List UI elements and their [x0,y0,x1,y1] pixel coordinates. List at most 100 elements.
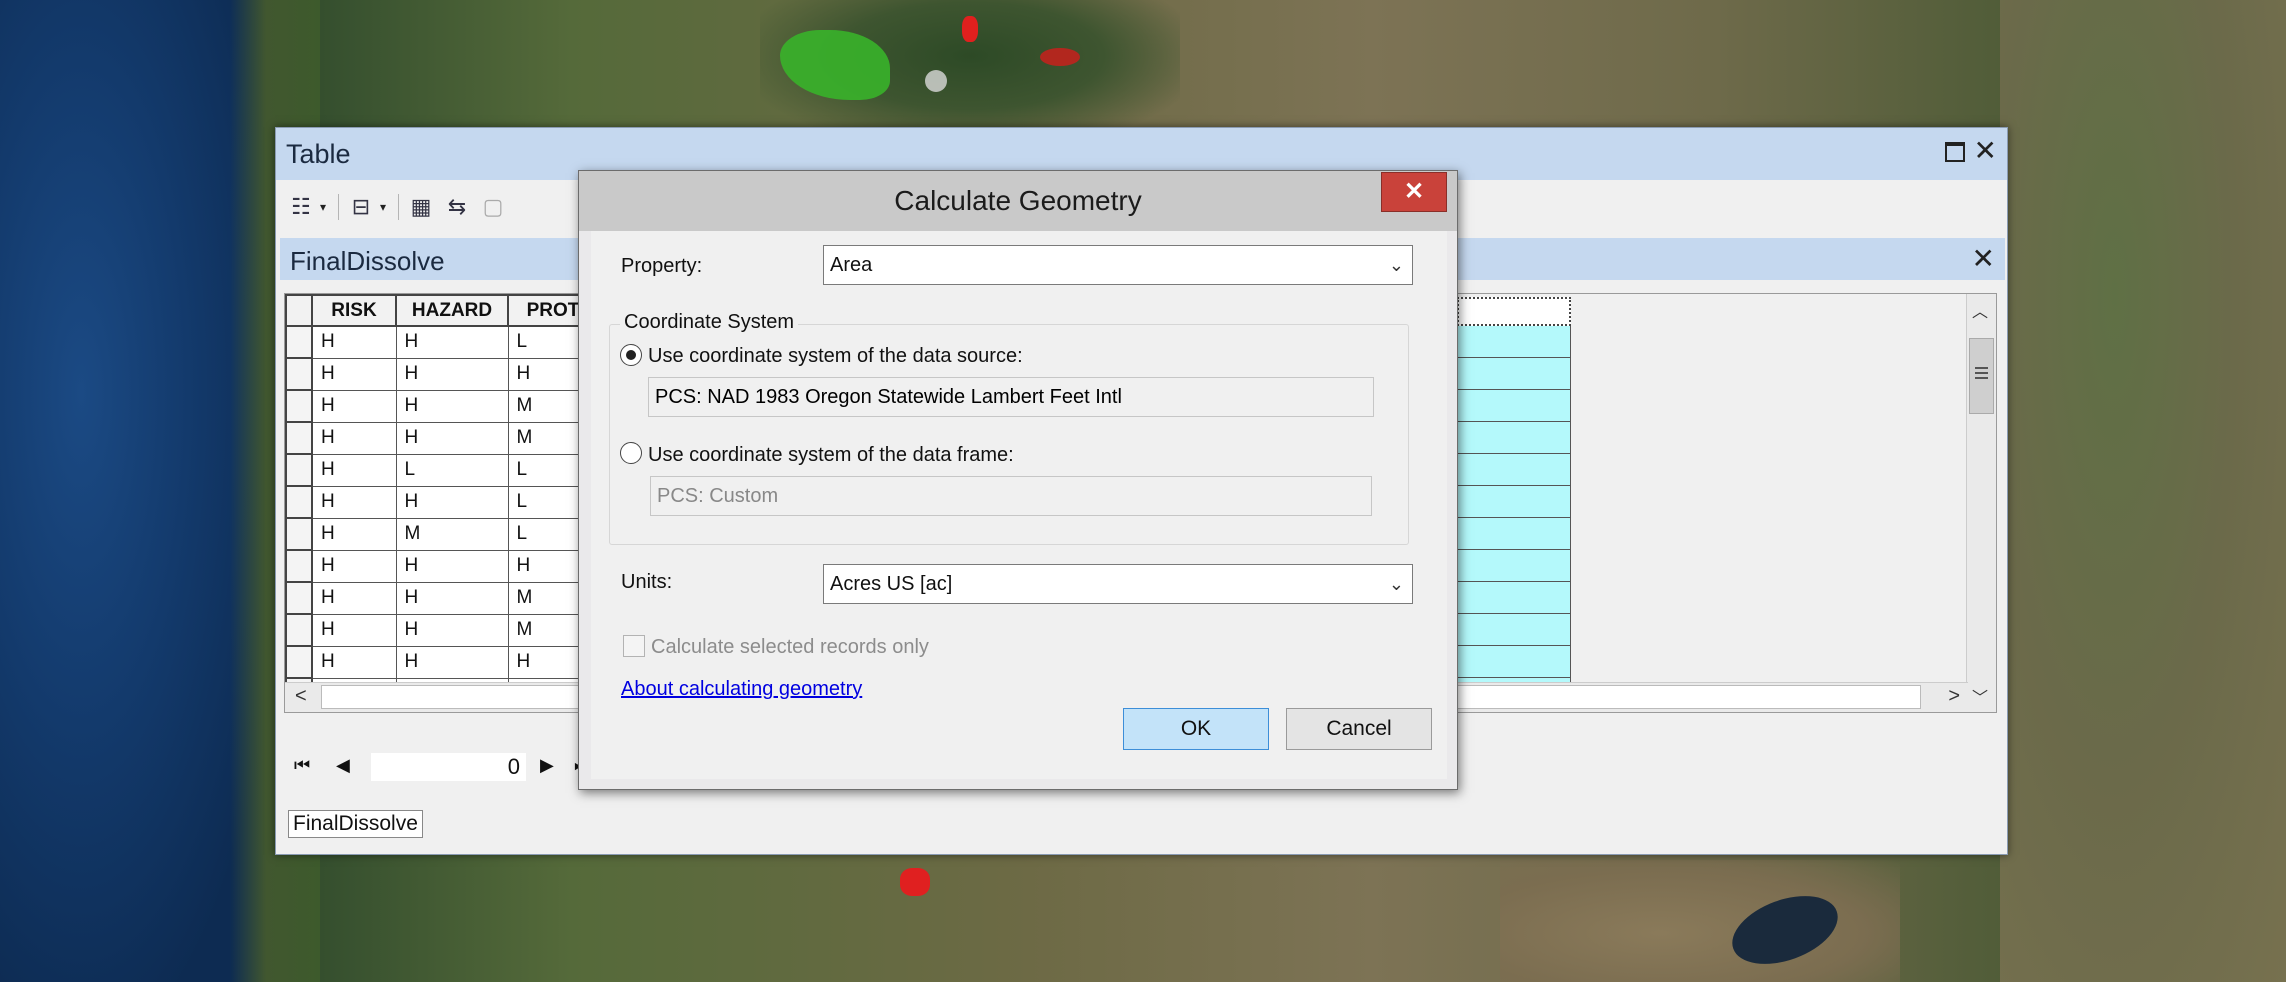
related-tables-icon[interactable]: ⊟ [346,192,376,222]
related-tables-dropdown-icon[interactable]: ▾ [380,200,386,214]
data-frame-label[interactable]: Use coordinate system of the data frame: [648,444,1014,467]
close-icon[interactable]: ✕ [1974,134,1997,167]
data-source-radio[interactable] [620,344,642,366]
chevron-down-icon: ⌄ [1388,255,1404,275]
table-row[interactable]: HHH [285,645,599,679]
previous-record-icon[interactable]: ◀ [336,755,350,776]
select-by-attributes-icon[interactable]: ▦ [406,192,436,222]
table-row[interactable]: HHM [285,613,599,647]
close-table-tab-icon[interactable]: ✕ [1972,242,1995,275]
help-link[interactable]: About calculating geometry [621,678,862,701]
scroll-down-icon[interactable]: ﹀ [1972,684,1988,708]
table-cell[interactable]: L [395,453,509,487]
table-row[interactable]: HML [285,517,599,551]
cancel-button[interactable]: Cancel [1286,708,1432,750]
scroll-right-icon[interactable]: > [1948,685,1960,708]
table-cell[interactable]: H [311,485,397,519]
table-row[interactable]: HHM [285,421,599,455]
vertical-scrollbar[interactable]: ︿ ﹀ [1966,294,1996,712]
table-options-dropdown-icon[interactable]: ▾ [320,200,326,214]
row-selector-header[interactable] [285,294,313,327]
row-selector[interactable] [285,645,313,679]
data-frame-radio[interactable] [620,442,642,464]
row-selector[interactable] [285,549,313,583]
table-cell[interactable]: H [395,357,509,391]
table-cell[interactable]: H [311,613,397,647]
table-tab-title: FinalDissolve [290,246,445,276]
selected-field-cell[interactable] [1457,582,1571,614]
table-cell[interactable]: H [311,549,397,583]
table-cell[interactable]: H [311,421,397,455]
selected-field-cell[interactable] [1457,326,1571,358]
row-selector[interactable] [285,517,313,551]
first-record-icon[interactable]: ⏮ [294,755,310,776]
dialog-titlebar[interactable]: Calculate Geometry ✕ [579,171,1457,231]
ok-button[interactable]: OK [1123,708,1269,750]
table-cell[interactable]: H [311,357,397,391]
selected-records-checkbox[interactable] [623,635,645,657]
selected-field-column[interactable] [1457,297,1571,710]
table-cell[interactable]: M [395,517,509,551]
selected-field-header[interactable] [1457,297,1571,326]
map-east-terrain [2000,0,2286,982]
row-selector[interactable] [285,453,313,487]
table-row[interactable]: HHH [285,549,599,583]
row-selector[interactable] [285,357,313,391]
table-cell[interactable]: H [395,485,509,519]
table-row[interactable]: HHM [285,389,599,423]
dialog-close-icon[interactable]: ✕ [1381,172,1447,212]
table-cell[interactable]: H [395,645,509,679]
column-header[interactable]: HAZARD [395,294,509,327]
table-cell[interactable]: H [395,549,509,583]
selected-field-cell[interactable] [1457,518,1571,550]
scroll-thumb[interactable] [1969,338,1994,414]
row-selector[interactable] [285,389,313,423]
selected-field-cell[interactable] [1457,486,1571,518]
table-row[interactable]: HHL [285,325,599,359]
row-selector[interactable] [285,421,313,455]
maximize-icon[interactable] [1945,142,1965,162]
selected-field-cell[interactable] [1457,422,1571,454]
clear-selection-icon[interactable]: ▢ [478,192,508,222]
row-selector[interactable] [285,485,313,519]
table-row[interactable]: HHH [285,357,599,391]
column-header[interactable]: RISK [311,294,397,327]
table-options-icon[interactable]: ☷ [286,192,316,222]
property-dropdown[interactable]: Area ⌄ [823,245,1413,285]
scroll-left-icon[interactable]: < [295,685,307,708]
row-selector[interactable] [285,613,313,647]
data-source-label[interactable]: Use coordinate system of the data source… [648,345,1023,368]
table-cell[interactable]: H [395,581,509,615]
row-selector[interactable] [285,325,313,359]
table-cell[interactable]: H [311,325,397,359]
table-cell[interactable]: H [395,389,509,423]
data-source-coordinate-value: PCS: NAD 1983 Oregon Statewide Lambert F… [655,386,1122,408]
table-row[interactable]: HHM [285,581,599,615]
scroll-up-icon[interactable]: ︿ [1972,298,1988,322]
units-dropdown[interactable]: Acres US [ac] ⌄ [823,564,1413,604]
selected-field-cell[interactable] [1457,358,1571,390]
selected-field-cell[interactable] [1457,390,1571,422]
table-tab-button[interactable]: FinalDissolve [288,810,423,838]
switch-selection-icon[interactable]: ⇆ [442,192,472,222]
next-record-icon[interactable]: ▶ [540,755,554,776]
table-cell[interactable]: H [395,421,509,455]
map-red-polygon [900,868,930,896]
table-cell[interactable]: H [311,581,397,615]
table-cell[interactable]: H [395,325,509,359]
table-cell[interactable]: H [311,645,397,679]
table-cell[interactable]: H [395,613,509,647]
selected-field-cell[interactable] [1457,646,1571,678]
selected-field-cell[interactable] [1457,454,1571,486]
table-row[interactable]: HLL [285,453,599,487]
coordinate-system-title: Coordinate System [620,311,799,334]
table-cell[interactable]: H [311,517,397,551]
table-cell[interactable]: H [311,389,397,423]
table-cell[interactable]: H [311,453,397,487]
data-frame-coordinate-value: PCS: Custom [657,485,779,507]
row-selector[interactable] [285,581,313,615]
selected-field-cell[interactable] [1457,550,1571,582]
current-record-field[interactable]: 0 [371,753,526,781]
table-row[interactable]: HHL [285,485,599,519]
selected-field-cell[interactable] [1457,614,1571,646]
